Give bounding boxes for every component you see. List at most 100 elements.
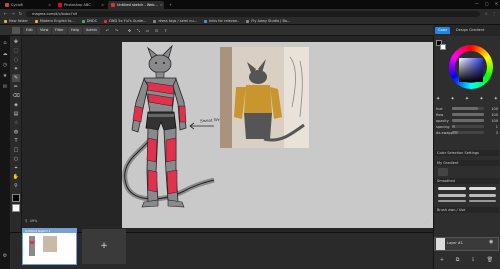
browser-tab[interactable]: Cyclo8 × (2, 1, 54, 9)
brush-preset-icon[interactable]: ✦ (465, 96, 469, 104)
prop-slider[interactable] (452, 107, 484, 110)
background-color-swatch[interactable] (440, 44, 446, 50)
layer-visibility-icon[interactable]: ◉ (489, 239, 493, 245)
prop-row[interactable]: flow 100 (436, 112, 498, 117)
gradient-preset[interactable] (438, 168, 448, 176)
section-brush-own-use[interactable]: Brush own / Use (434, 207, 499, 213)
brush-stroke-preview[interactable] (469, 194, 496, 197)
brush-stroke-preview[interactable] (438, 200, 466, 202)
document-thumbnail[interactable] (22, 228, 77, 265)
close-tab-icon[interactable]: × (101, 3, 104, 7)
menu-view[interactable]: View (37, 27, 52, 34)
move-tool-icon[interactable]: ✥ (12, 38, 20, 46)
fullscreen-icon[interactable]: ⤢ (425, 219, 429, 225)
text-tool-icon[interactable]: T (12, 137, 20, 145)
brush-stroke-preview[interactable] (469, 200, 496, 202)
pencil-tool-icon[interactable]: ✏ (12, 83, 20, 91)
url-input[interactable]: magma.com/d/c/bubo7n9 (26, 10, 481, 17)
sidebar-cloud-icon[interactable]: ☁ (1, 50, 9, 58)
forward-icon[interactable]: → (11, 11, 14, 16)
bookmark-item[interactable]: DNDC (81, 19, 97, 23)
back-icon[interactable]: ← (4, 11, 7, 16)
lasso-tool-icon[interactable]: ◌ (12, 56, 20, 64)
merge-layer-icon[interactable]: ⇩ (471, 257, 475, 263)
prop-row[interactable]: spacing 1 (436, 124, 498, 129)
fill-tool-icon[interactable]: ◈ (12, 101, 20, 109)
menu-edit[interactable]: Edit (23, 27, 36, 34)
undo-icon[interactable]: ↶ (104, 27, 111, 34)
new-tab-button[interactable]: + (166, 1, 174, 9)
prop-row[interactable]: de-swapped 3 (436, 130, 498, 135)
extensions-icon[interactable]: ⋮ (492, 11, 496, 16)
bookmark-item[interactable]: New folder (4, 19, 28, 23)
prop-slider[interactable] (452, 113, 484, 116)
bookmark-item[interactable]: DND 5e Ful's Guide... (104, 19, 146, 23)
transform-icon[interactable]: ⤡ (135, 27, 142, 34)
sidebar-chat-icon[interactable]: ✉ (1, 83, 9, 91)
sidebar-history-icon[interactable]: ◷ (1, 61, 9, 69)
star-icon[interactable]: ☆ (484, 11, 488, 16)
app-logo-icon[interactable] (12, 27, 20, 34)
brush-preset-icon[interactable]: ✦ (479, 96, 483, 104)
eraser-tool-icon[interactable]: ⌫ (12, 92, 20, 100)
ellipse-tool-icon[interactable]: ○ (12, 155, 20, 163)
brush-tool-icon[interactable]: ✎ (12, 74, 20, 82)
move-icon[interactable]: ✥ (126, 27, 133, 34)
eyedropper-tool-icon[interactable]: ⌖ (12, 164, 20, 172)
saturation-value-picker[interactable] (459, 58, 483, 82)
brush-preset-icon[interactable]: ✦ (436, 96, 440, 104)
prop-row[interactable]: hue 100 (436, 106, 498, 111)
add-layer-icon[interactable]: + (440, 257, 444, 263)
close-tab-icon[interactable]: × (160, 3, 163, 7)
select-tool-icon[interactable]: ⬚ (12, 47, 20, 55)
sidebar-settings-icon[interactable]: ⚙ (1, 252, 9, 260)
selection-icon[interactable]: ▭ (144, 27, 151, 34)
menu-admin[interactable]: Admin (83, 27, 101, 34)
shape-tool-icon[interactable]: □ (12, 146, 20, 154)
smudge-tool-icon[interactable]: ☝ (12, 119, 20, 127)
prop-slider[interactable] (452, 131, 484, 134)
duplicate-layer-icon[interactable]: ⧉ (456, 257, 460, 263)
bookmark-item[interactable]: links for relevan.. (204, 19, 239, 23)
minimize-button[interactable]: — (475, 1, 479, 6)
menu-filter[interactable]: Filter (52, 27, 67, 34)
secondary-color-swatch[interactable] (12, 204, 20, 212)
browser-tab[interactable]: Photoshop ABC × (55, 1, 107, 9)
gradient-tool-icon[interactable]: ▤ (12, 110, 20, 118)
reference-photo[interactable] (220, 47, 309, 148)
brush-preset-icon[interactable]: ✦ (494, 96, 498, 104)
blur-tool-icon[interactable]: ◍ (12, 128, 20, 136)
zoom-indicator[interactable]: ⚲ 49% (25, 219, 37, 223)
menu-help[interactable]: Help (68, 27, 82, 34)
browser-tab-active[interactable]: Untitled sketch - Web... × (108, 1, 164, 9)
sidebar-home-icon[interactable]: ⌂ (1, 39, 9, 47)
maximize-button[interactable]: ▢ (485, 1, 489, 6)
brush-stroke-preview[interactable] (438, 194, 466, 197)
section-my-gradient[interactable]: My Gradient (434, 160, 499, 166)
prop-row[interactable]: opacity 100 (436, 118, 498, 123)
brush-preset-icon[interactable]: ✦ (450, 96, 454, 104)
tab-color[interactable]: Color (435, 27, 451, 34)
new-document-button[interactable]: + (82, 229, 126, 264)
sidebar-bookmark-icon[interactable]: ★ (1, 72, 9, 80)
redo-icon[interactable]: ↷ (113, 27, 120, 34)
delete-layer-icon[interactable]: 🗑 (487, 257, 493, 263)
bookmark-item[interactable]: Fly Away Studio | Bo... (246, 19, 290, 23)
prop-slider[interactable] (452, 125, 484, 128)
crop-icon[interactable]: ⊡ (153, 27, 160, 34)
close-tab-icon[interactable]: × (48, 3, 51, 7)
section-color-selection[interactable]: Color Selection Settings (434, 150, 499, 156)
magic-wand-icon[interactable]: ✦ (12, 65, 20, 73)
bookmark-item[interactable]: dress tags / semi nu... (153, 19, 197, 23)
close-window-button[interactable]: ✕ (495, 1, 498, 6)
reload-icon[interactable]: ↻ (19, 11, 22, 16)
tab-design-gradient[interactable]: Design Gradient (453, 27, 487, 34)
section-smoothed[interactable]: Smoothed (434, 178, 499, 184)
zoom-tool-icon[interactable]: ⚲ (12, 182, 20, 190)
primary-color-swatch[interactable] (12, 194, 20, 202)
hand-tool-icon[interactable]: ✋ (12, 173, 20, 181)
brush-stroke-preview[interactable] (438, 187, 466, 190)
prop-slider[interactable] (452, 119, 484, 122)
share-icon[interactable]: ⇪ (162, 27, 169, 34)
brush-stroke-preview[interactable] (469, 187, 496, 190)
